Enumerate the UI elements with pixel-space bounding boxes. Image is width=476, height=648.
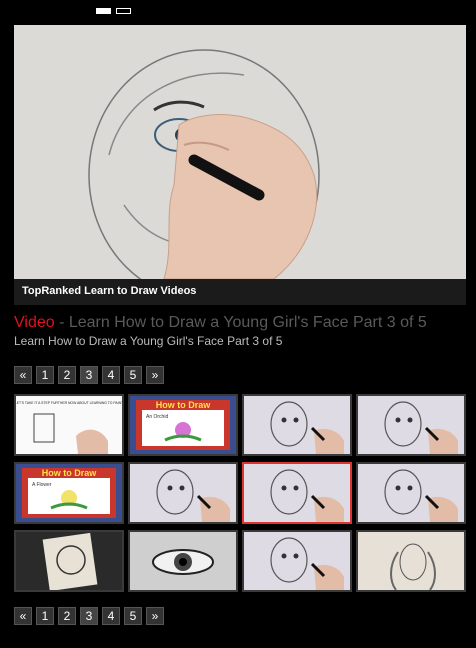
page-3-button[interactable]: 3: [80, 607, 98, 625]
video-thumbnail[interactable]: [242, 462, 352, 524]
carousel-dots: [96, 8, 131, 14]
prev-page-button[interactable]: «: [14, 366, 32, 384]
thumbnail-image: [358, 464, 464, 522]
video-thumbnail[interactable]: [14, 530, 124, 592]
video-still-drawing-hand: [14, 25, 466, 279]
thumbnail-image: How to Draw A Flower: [16, 464, 122, 522]
page-5-button[interactable]: 5: [124, 607, 142, 625]
thumbnail-image: [16, 532, 122, 590]
title-separator: -: [54, 314, 69, 331]
page-4-button[interactable]: 4: [102, 366, 120, 384]
thumbnail-image: [358, 396, 464, 454]
pagination-top: « 1 2 3 4 5 »: [14, 366, 164, 384]
video-subtitle: Learn How to Draw a Young Girl's Face Pa…: [14, 334, 283, 348]
video-thumbnail[interactable]: [356, 530, 466, 592]
video-title: Video - Learn How to Draw a Young Girl's…: [14, 314, 427, 332]
thumbnail-image: [358, 532, 464, 590]
video-player[interactable]: TopRanked Learn to Draw Videos: [14, 25, 466, 305]
page-1-button[interactable]: 1: [36, 366, 54, 384]
thumbnail-image: [130, 532, 236, 590]
thumbnail-image: [130, 464, 236, 522]
video-thumbnail[interactable]: How to Draw A Flower: [14, 462, 124, 524]
thumbnail-image: [244, 396, 350, 454]
page-4-button[interactable]: 4: [102, 607, 120, 625]
pagination-bottom: « 1 2 3 4 5 »: [14, 607, 164, 625]
thumbnail-image: [244, 532, 350, 590]
thumbnail-subtitle: An Orchid: [146, 414, 168, 420]
video-title-text: Learn How to Draw a Young Girl's Face Pa…: [68, 314, 427, 331]
page-5-button[interactable]: 5: [124, 366, 142, 384]
video-thumbnail[interactable]: [356, 462, 466, 524]
prev-page-button[interactable]: «: [14, 607, 32, 625]
thumbnail-image: LET'S TAKE IT A STEP FURTHER NOW ABOUT L…: [16, 396, 122, 454]
video-thumbnail-grid: LET'S TAKE IT A STEP FURTHER NOW ABOUT L…: [14, 394, 466, 592]
video-thumbnail[interactable]: [128, 530, 238, 592]
next-page-button[interactable]: »: [146, 607, 164, 625]
page-1-button[interactable]: 1: [36, 607, 54, 625]
thumbnail-title: How to Draw: [156, 400, 212, 410]
video-thumbnail[interactable]: LET'S TAKE IT A STEP FURTHER NOW ABOUT L…: [14, 394, 124, 456]
video-label: Video: [14, 314, 55, 331]
thumbnail-title: LET'S TAKE IT A STEP FURTHER NOW ABOUT L…: [16, 401, 122, 405]
video-thumbnail[interactable]: [242, 394, 352, 456]
page-3-button[interactable]: 3: [80, 366, 98, 384]
page-2-button[interactable]: 2: [58, 366, 76, 384]
carousel-dot-2[interactable]: [116, 8, 131, 14]
next-page-button[interactable]: »: [146, 366, 164, 384]
video-thumbnail[interactable]: [128, 462, 238, 524]
video-thumbnail[interactable]: How to Draw An Orchid: [128, 394, 238, 456]
thumbnail-subtitle: A Flower: [32, 482, 52, 488]
video-frame[interactable]: [14, 25, 466, 279]
video-thumbnail[interactable]: [356, 394, 466, 456]
video-thumbnail[interactable]: [242, 530, 352, 592]
thumbnail-title: How to Draw: [42, 468, 98, 478]
thumbnail-image: [244, 464, 350, 522]
carousel-dot-1[interactable]: [96, 8, 111, 14]
video-caption: TopRanked Learn to Draw Videos: [22, 285, 197, 297]
page-2-button[interactable]: 2: [58, 607, 76, 625]
thumbnail-image: How to Draw An Orchid: [130, 396, 236, 454]
